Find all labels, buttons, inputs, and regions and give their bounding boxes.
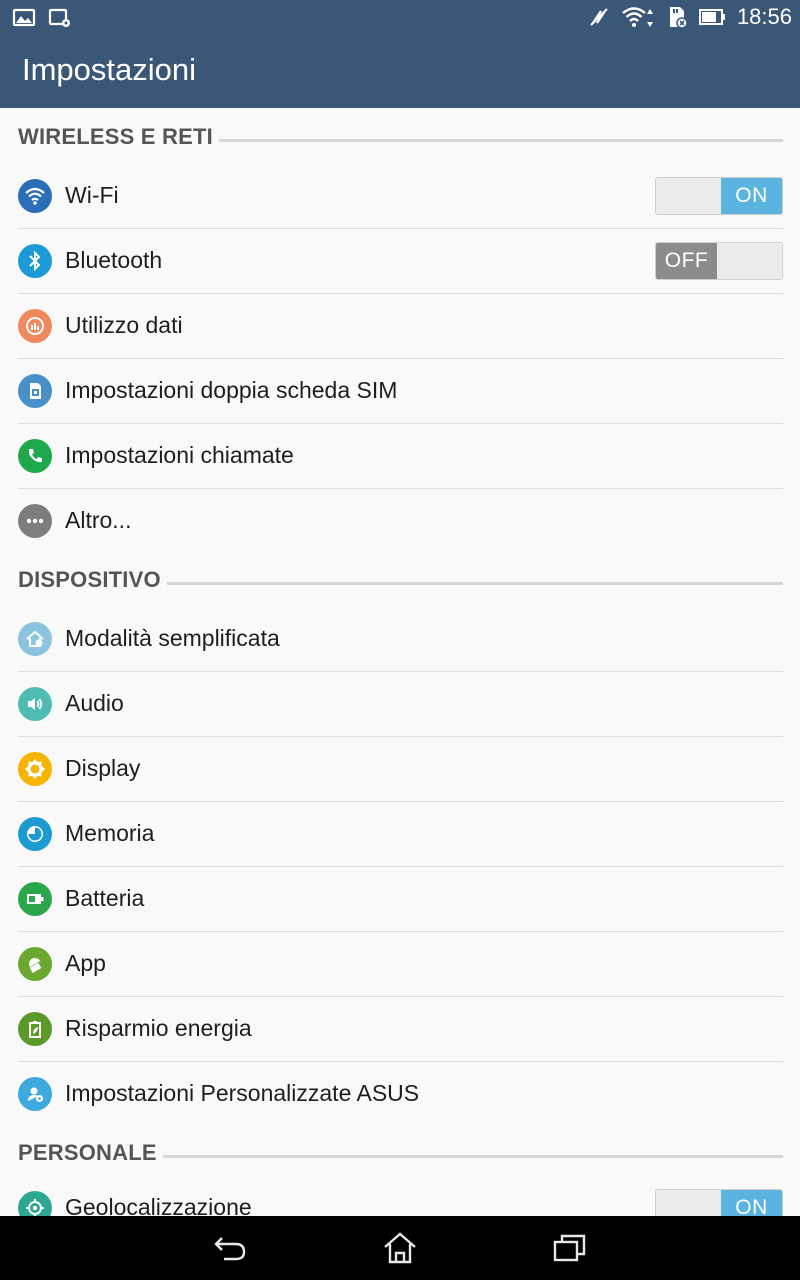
data-usage-icon	[18, 309, 52, 343]
settings-item-label: Impostazioni Personalizzate ASUS	[65, 1080, 420, 1106]
brightness-icon	[18, 752, 52, 786]
section-header-personal: PERSONALE	[0, 1127, 800, 1176]
settings-item-label: Geolocalizzazione	[65, 1194, 252, 1216]
settings-item-power-saver[interactable]: Risparmio energia	[0, 997, 800, 1062]
settings-item-label: Memoria	[65, 820, 155, 846]
speaker-icon	[18, 687, 52, 721]
more-icon	[18, 504, 52, 538]
settings-item-label: Risparmio energia	[65, 1015, 252, 1041]
settings-item-apps[interactable]: App	[0, 932, 800, 997]
toggle-state: OFF	[656, 243, 717, 279]
back-icon[interactable]	[210, 1228, 250, 1268]
action-bar: Impostazioni	[0, 34, 800, 108]
bluetooth-icon	[18, 244, 52, 278]
location-target-icon	[18, 1191, 52, 1216]
section-header-device: DISPOSITIVO	[0, 554, 800, 607]
settings-item-label: Impostazioni chiamate	[65, 442, 294, 468]
settings-item-storage[interactable]: Memoria	[0, 802, 800, 867]
settings-item-more[interactable]: Altro...	[0, 489, 800, 554]
sd-card-icon	[665, 5, 689, 29]
settings-item-label: Audio	[65, 690, 124, 716]
home-icon[interactable]	[380, 1228, 420, 1268]
settings-item-dual-sim[interactable]: Impostazioni doppia scheda SIM	[0, 359, 800, 424]
settings-item-audio[interactable]: Audio	[0, 672, 800, 737]
page-title: Impostazioni	[22, 52, 197, 87]
bluetooth-toggle[interactable]: OFF	[655, 242, 783, 280]
wifi-signal-icon	[621, 5, 655, 29]
navigation-bar	[0, 1216, 800, 1280]
recent-apps-icon[interactable]	[550, 1228, 590, 1268]
settings-item-bluetooth[interactable]: Bluetooth OFF	[0, 229, 800, 294]
asus-custom-settings-icon	[18, 1077, 52, 1111]
gallery-notification-icon	[12, 6, 36, 30]
settings-item-label: Batteria	[65, 885, 145, 911]
battery-icon	[18, 882, 52, 916]
settings-item-label: Altro...	[65, 507, 132, 533]
phone-icon	[18, 439, 52, 473]
settings-item-display[interactable]: Display	[0, 737, 800, 802]
android-app-icon	[18, 947, 52, 981]
settings-list[interactable]: WIRELESS E RETI Wi-Fi ON Bluetooth OFF U…	[0, 108, 800, 1216]
settings-item-label: Modalità semplificata	[65, 625, 280, 651]
settings-item-label: Bluetooth	[65, 247, 163, 273]
status-time: 18:56	[736, 4, 792, 29]
location-toggle[interactable]: ON	[655, 1189, 783, 1216]
settings-item-wifi[interactable]: Wi-Fi ON	[0, 164, 800, 229]
easy-mode-home-icon	[18, 622, 52, 656]
settings-item-call-settings[interactable]: Impostazioni chiamate	[0, 424, 800, 489]
sim-card-icon	[18, 374, 52, 408]
status-bar: 18:56	[0, 0, 800, 34]
settings-item-label: Impostazioni doppia scheda SIM	[65, 377, 398, 403]
power-saver-leaf-icon	[18, 1012, 52, 1046]
screen-settings-notification-icon	[48, 6, 72, 30]
section-header-wireless: WIRELESS E RETI	[0, 108, 800, 164]
storage-pie-icon	[18, 817, 52, 851]
wifi-icon	[18, 179, 52, 213]
toggle-state: ON	[721, 178, 782, 214]
settings-item-label: Utilizzo dati	[65, 312, 183, 338]
settings-item-location[interactable]: Geolocalizzazione ON	[0, 1176, 800, 1216]
settings-item-asus-custom[interactable]: Impostazioni Personalizzate ASUS	[0, 1062, 800, 1127]
settings-item-label: Display	[65, 755, 141, 781]
vibrate-mute-icon	[587, 5, 611, 29]
settings-item-label: App	[65, 950, 106, 976]
settings-item-label: Wi-Fi	[65, 182, 119, 208]
battery-icon	[698, 5, 727, 29]
settings-item-battery[interactable]: Batteria	[0, 867, 800, 932]
settings-item-easy-mode[interactable]: Modalità semplificata	[0, 607, 800, 672]
toggle-state: ON	[721, 1190, 782, 1216]
wifi-toggle[interactable]: ON	[655, 177, 783, 215]
settings-item-data-usage[interactable]: Utilizzo dati	[0, 294, 800, 359]
